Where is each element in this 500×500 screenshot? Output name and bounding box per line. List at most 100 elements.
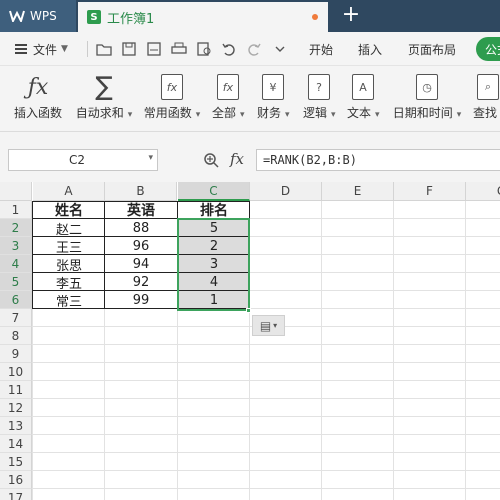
spreadsheet-grid[interactable]: ABCDEFG1234567891011121314151617姓名英语排名赵二… (0, 182, 500, 500)
row-header-6[interactable]: 6 (0, 291, 32, 309)
table-cell[interactable]: 96 (105, 237, 177, 255)
row-header-2[interactable]: 2 (0, 219, 32, 237)
table-header-cell[interactable]: 英语 (105, 201, 177, 219)
date-time-button[interactable]: ◷ 日期和时间 ▾ (392, 70, 462, 130)
redo-icon[interactable] (246, 42, 262, 56)
grid-line (32, 362, 500, 363)
row-header-7[interactable]: 7 (0, 309, 32, 327)
column-header-a[interactable]: A (33, 182, 105, 201)
formula-input[interactable]: =RANK(B2,B:B) (256, 149, 500, 171)
chevron-down-icon: ▾ (456, 110, 462, 120)
document-tab[interactable]: S 工作簿1 (78, 2, 328, 32)
tab-formulas[interactable]: 公式 (476, 37, 500, 61)
column-header-e[interactable]: E (322, 182, 394, 201)
wps-label: WPS (30, 9, 57, 23)
grid-line (32, 452, 500, 453)
text-functions-button[interactable]: A 文本 ▾ (347, 70, 380, 130)
table-cell[interactable]: 88 (105, 219, 177, 237)
row-header-16[interactable]: 16 (0, 471, 32, 489)
row-header-11[interactable]: 11 (0, 381, 32, 399)
insert-function-label: 插入函数 (13, 106, 62, 120)
clock-icon: ◷ (416, 74, 438, 100)
table-cell[interactable]: 94 (105, 255, 177, 273)
paste-options-icon: ▤ (259, 318, 272, 333)
print-preview-icon[interactable] (196, 42, 212, 56)
row-header-17[interactable]: 17 (0, 489, 32, 500)
autosum-button[interactable]: ∑ 自动求和 ▾ (75, 70, 133, 130)
row-header-9[interactable]: 9 (0, 345, 32, 363)
paste-options-button[interactable]: ▤ ▾ (252, 315, 285, 336)
column-header-b[interactable]: B (105, 182, 177, 201)
table-cell[interactable]: 赵二 (33, 219, 105, 238)
common-functions-button[interactable]: fx 常用函数 ▾ (143, 70, 201, 130)
table-border-line (32, 201, 250, 202)
save-icon[interactable] (121, 42, 137, 56)
customize-toolbar-icon[interactable] (272, 42, 288, 56)
wps-home-tab[interactable]: WPS (0, 0, 76, 32)
autosum-label: 自动求和 (75, 106, 124, 120)
sigma-icon: ∑ (95, 72, 113, 102)
row-header-14[interactable]: 14 (0, 435, 32, 453)
grid-line (393, 201, 394, 500)
row-header-13[interactable]: 13 (0, 417, 32, 435)
table-cell[interactable]: 王三 (33, 237, 105, 256)
print-icon[interactable] (171, 42, 187, 56)
table-cell[interactable]: 张思 (33, 255, 105, 274)
tab-home[interactable]: 开始 (309, 32, 333, 66)
toolbar-divider (87, 41, 88, 57)
finance-label: 财务 (257, 106, 282, 120)
lookup-button[interactable]: ⌕ 查找 (473, 70, 500, 130)
insert-function-button[interactable]: ƒx 插入函数 (12, 70, 64, 130)
column-header-c[interactable]: C (178, 182, 250, 201)
text-label: 文本 (347, 106, 372, 120)
row-header-3[interactable]: 3 (0, 237, 32, 255)
grid-line (32, 434, 500, 435)
table-cell[interactable]: 92 (105, 273, 177, 291)
table-cell[interactable]: 李五 (33, 273, 105, 292)
select-all-corner[interactable] (0, 182, 32, 201)
table-header-cell[interactable]: 姓名 (33, 201, 105, 219)
name-box[interactable]: C2 ▾ (8, 149, 158, 171)
chevron-down-icon: ▾ (285, 110, 290, 120)
grid-line (321, 201, 322, 500)
zoom-icon[interactable] (203, 152, 219, 168)
undo-icon[interactable] (221, 42, 237, 56)
row-header-12[interactable]: 12 (0, 399, 32, 417)
column-header-g[interactable]: G (466, 182, 500, 201)
column-header-d[interactable]: D (250, 182, 322, 201)
export-pdf-icon[interactable] (146, 42, 162, 56)
fill-handle[interactable] (246, 308, 251, 313)
column-header-f[interactable]: F (394, 182, 466, 201)
all-functions-button[interactable]: fx 全部 ▾ (212, 70, 245, 130)
grid-line (32, 398, 500, 399)
file-menu-label: 文件 (33, 42, 58, 57)
table-cell[interactable]: 常三 (33, 291, 105, 310)
menu-bar: 文件 ▼ 开始 插入 页面布局 公式 (0, 32, 500, 66)
tab-insert[interactable]: 插入 (358, 32, 382, 66)
fx-icon[interactable]: fx (230, 150, 244, 168)
table-cell[interactable]: 99 (105, 291, 177, 309)
grid-line (32, 380, 500, 381)
grid-line (465, 201, 466, 500)
new-tab-button[interactable]: + (341, 4, 361, 28)
row-header-8[interactable]: 8 (0, 327, 32, 345)
lookup-label: 查找 (473, 106, 498, 120)
chevron-down-icon: ▾ (195, 110, 201, 120)
all-functions-icon: fx (217, 74, 239, 100)
file-menu[interactable]: 文件 ▼ (15, 32, 68, 66)
logic-button[interactable]: ? 逻辑 ▾ (303, 70, 336, 130)
grid-line (32, 344, 500, 345)
row-header-4[interactable]: 4 (0, 255, 32, 273)
row-header-1[interactable]: 1 (0, 201, 32, 219)
chevron-down-icon: ▾ (331, 110, 336, 120)
table-header-cell[interactable]: 排名 (178, 201, 250, 219)
open-folder-icon[interactable] (96, 42, 112, 56)
chevron-down-icon: ▾ (240, 110, 245, 120)
row-header-10[interactable]: 10 (0, 363, 32, 381)
finance-button[interactable]: ¥ 财务 ▾ (257, 70, 290, 130)
tab-page-layout[interactable]: 页面布局 (408, 32, 456, 66)
chevron-down-icon: ▼ (61, 44, 68, 54)
common-functions-label: 常用函数 (143, 106, 192, 120)
row-header-15[interactable]: 15 (0, 453, 32, 471)
row-header-5[interactable]: 5 (0, 273, 32, 291)
